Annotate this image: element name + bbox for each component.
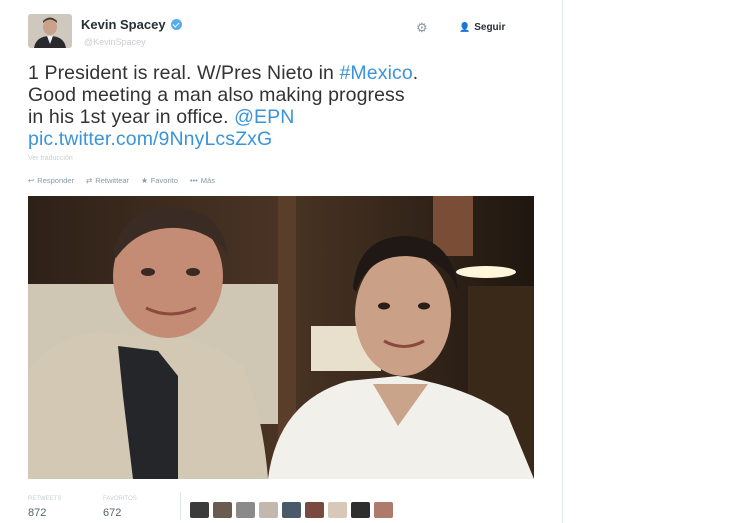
favorite-count[interactable]: 672	[103, 507, 121, 519]
retweet-button[interactable]: ⇄ Retwittear	[86, 176, 129, 185]
tweet-photo[interactable]	[28, 196, 534, 479]
favoriter-avatar[interactable]	[328, 502, 347, 518]
retweets-label: RETWEETS	[28, 496, 62, 502]
favorites-label: FAVORITOS	[103, 496, 137, 502]
retweet-icon: ⇄	[86, 176, 93, 185]
retweet-count[interactable]: 872	[28, 507, 46, 519]
favoriter-avatar[interactable]	[236, 502, 255, 518]
reply-icon: ↩	[28, 176, 35, 185]
more-button[interactable]: ••• Más	[190, 176, 215, 185]
add-user-icon: 👤	[459, 22, 471, 32]
favoriter-avatar[interactable]	[374, 502, 393, 518]
avatar[interactable]	[28, 14, 72, 48]
pic-link[interactable]: pic.twitter.com/9NnyLcsZxG	[28, 128, 548, 150]
follow-button[interactable]: 👤 Seguir	[459, 22, 505, 33]
more-label: Más	[200, 176, 215, 185]
more-icon: •••	[189, 176, 198, 185]
translation-link[interactable]: Ver traducción	[28, 155, 73, 162]
tweet-card: Kevin Spacey @KevinSpacey ⚙ 👤 Seguir 1 Pr…	[0, 0, 562, 523]
favorite-label: Favorito	[150, 176, 178, 185]
favorited-by-avatars	[190, 502, 393, 518]
hashtag-link[interactable]: #Mexico	[339, 62, 412, 84]
favoriter-avatar[interactable]	[259, 502, 278, 518]
follow-label: Seguir	[474, 22, 506, 33]
reply-label: Responder	[37, 176, 74, 185]
tweet-actions: ↩ Responder ⇄ Retwittear ★ Favorito ••• Más	[28, 176, 215, 185]
star-icon: ★	[141, 176, 148, 185]
favoriter-avatar[interactable]	[282, 502, 301, 518]
tweet-text: 1 President is real. W/Pres Nieto in #Me…	[28, 62, 548, 150]
reply-button[interactable]: ↩ Responder	[28, 176, 74, 185]
favorite-button[interactable]: ★ Favorito	[141, 176, 178, 185]
display-name[interactable]: Kevin Spacey	[81, 17, 182, 32]
favoriter-avatar[interactable]	[190, 502, 209, 518]
tweet-line-end: .	[412, 62, 419, 84]
card-edge	[562, 0, 563, 523]
tweet-line: 1 President is real. W/Pres Nieto in	[28, 62, 340, 84]
favoriter-avatar[interactable]	[213, 502, 232, 518]
tweet-line: in his 1st year in office.	[28, 106, 235, 128]
gear-icon[interactable]: ⚙	[416, 20, 428, 36]
verified-icon	[170, 19, 182, 30]
favoriter-avatar[interactable]	[351, 502, 370, 518]
favoriter-avatar[interactable]	[305, 502, 324, 518]
tweet-line: Good meeting a man also making progress	[28, 84, 405, 106]
user-handle[interactable]: @KevinSpacey	[84, 37, 146, 47]
retweet-label: Retwittear	[95, 176, 130, 185]
stats-divider	[180, 492, 181, 520]
display-name-text[interactable]: Kevin Spacey	[81, 17, 166, 32]
mention-link[interactable]: @EPN	[234, 106, 294, 128]
